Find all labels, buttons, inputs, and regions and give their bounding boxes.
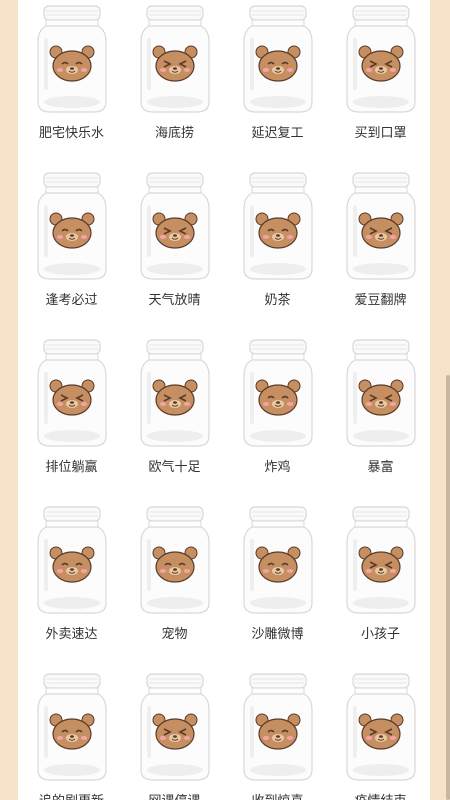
wish-label: 暴富: [367, 460, 394, 475]
wish-jar-item[interactable]: 欧气十足: [123, 334, 226, 501]
wish-jar-item[interactable]: 外卖速达: [20, 501, 123, 668]
wish-jar-item[interactable]: 暴富: [329, 334, 432, 501]
wish-jar-item[interactable]: 买到口罩: [329, 0, 432, 167]
wish-jar-item[interactable]: 爱豆翻牌: [329, 167, 432, 334]
wish-label: 延迟复工: [251, 126, 304, 141]
wish-jar-item[interactable]: 炸鸡: [226, 334, 329, 501]
wish-jar-item[interactable]: 逢考必过: [20, 167, 123, 334]
wish-jar-item[interactable]: 奶茶: [226, 167, 329, 334]
wish-label: 网课停课: [123, 790, 226, 800]
wish-jar-item[interactable]: 天气放晴: [123, 167, 226, 334]
wish-label: 天气放晴: [148, 293, 201, 308]
wish-label: 欧气十足: [148, 460, 201, 475]
wish-jar-item[interactable]: 收到惊喜: [226, 668, 329, 800]
wish-label: 宠物: [161, 627, 188, 642]
wish-label: 疫情结束: [329, 790, 432, 800]
wish-jar-item[interactable]: 宠物: [123, 501, 226, 668]
scrollbar[interactable]: [446, 375, 450, 800]
wish-jar-item[interactable]: 小孩子: [329, 501, 432, 668]
wish-label: 排位躺赢: [45, 460, 98, 475]
wish-jar-item[interactable]: 网课停课: [123, 668, 226, 800]
wish-label: 沙雕微博: [251, 627, 304, 642]
wish-label: 爱豆翻牌: [354, 293, 407, 308]
wish-label: 海底捞: [154, 126, 194, 141]
wish-label: 肥宅快乐水: [38, 126, 104, 141]
wish-jar-item[interactable]: 沙雕微博: [226, 501, 329, 668]
wish-jar-grid: 肥宅快乐水 海底捞 延迟复工 买到口罩 逢考必过 天气放晴 奶茶 爱豆翻牌 排位…: [20, 0, 432, 800]
wish-jar-item[interactable]: 海底捞: [123, 0, 226, 167]
wish-jar-item[interactable]: 肥宅快乐水: [20, 0, 123, 167]
wish-label: 外卖速达: [45, 627, 98, 642]
wish-label: 逢考必过: [45, 293, 98, 308]
wish-jar-item[interactable]: 延迟复工: [226, 0, 329, 167]
wish-label: 小孩子: [360, 627, 400, 642]
wish-label: 追的剧更新: [20, 790, 123, 800]
wish-label: 奶茶: [264, 293, 291, 308]
wish-jar-item[interactable]: 疫情结束: [329, 668, 432, 800]
wish-jar-item[interactable]: 排位躺赢: [20, 334, 123, 501]
wish-label: 炸鸡: [264, 460, 291, 475]
wish-label: 收到惊喜: [226, 790, 329, 800]
wish-label: 买到口罩: [354, 126, 407, 141]
wish-jar-item[interactable]: 追的剧更新: [20, 668, 123, 800]
